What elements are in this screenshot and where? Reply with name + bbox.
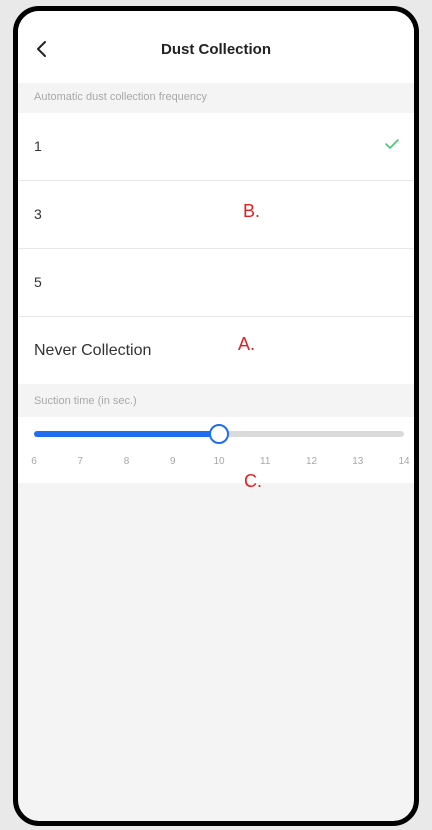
suction-time-slider[interactable]	[34, 424, 404, 444]
slider-tick-label: 6	[31, 456, 37, 467]
slider-tick-label: 14	[398, 456, 410, 467]
slider-tick-label: 10	[213, 456, 225, 467]
frequency-option-1[interactable]: 1	[18, 113, 414, 181]
frequency-section-label: Automatic dust collection frequency	[34, 91, 208, 103]
page-title: Dust Collection	[160, 41, 271, 58]
slider-tick-label: 8	[123, 456, 130, 467]
annotation-b: B.	[243, 201, 261, 221]
option-label: 1	[34, 138, 42, 154]
option-label: 3	[34, 206, 42, 222]
annotation-a: A.	[238, 334, 256, 354]
slider-tick-label: 9	[169, 456, 176, 467]
screenshot-stage: Dust Collection Automatic dust collectio…	[0, 0, 432, 830]
checkmark-icon	[384, 137, 400, 151]
frequency-options-list: 1 3 5 Never Collection	[18, 113, 414, 384]
nav-header: Dust Collection	[18, 11, 414, 83]
suction-time-slider-card: 6 7 8 9 10 11 12 13 14	[18, 417, 414, 483]
slider-fill	[34, 431, 219, 437]
phone-frame: Dust Collection Automatic dust collectio…	[13, 6, 419, 826]
slider-tick-label: 12	[305, 456, 318, 467]
slider-handle[interactable]	[209, 424, 229, 444]
option-label: 5	[34, 274, 42, 290]
slider-tick-labels: 6 7 8 9 10 11 12 13 14	[31, 456, 409, 470]
slider-tick-label: 13	[352, 456, 364, 467]
frequency-option-3[interactable]: 3	[18, 181, 414, 249]
slider-tick-label: 7	[77, 456, 84, 467]
frequency-option-5[interactable]: 5	[18, 249, 414, 317]
slider-tick-label: 11	[260, 456, 271, 467]
option-label: Never Collection	[34, 342, 152, 359]
annotation-c: C.	[244, 471, 262, 491]
frequency-option-never[interactable]: Never Collection	[18, 317, 414, 384]
suction-section-label: Suction time (in sec.)	[34, 395, 137, 407]
